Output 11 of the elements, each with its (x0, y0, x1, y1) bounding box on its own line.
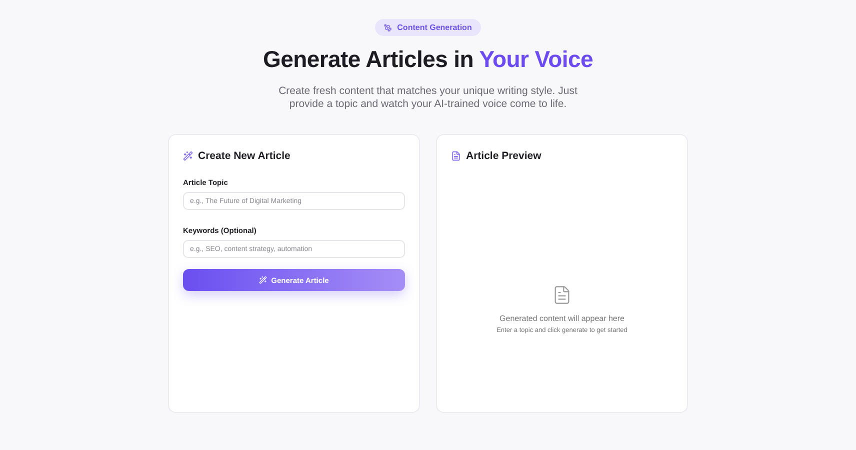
empty-state-title: Generated content will appear here (500, 314, 624, 323)
card-title: Create New Article (198, 150, 290, 162)
card-title: Article Preview (466, 150, 542, 162)
document-icon (552, 285, 572, 305)
page-title: Generate Articles in Your Voice (263, 46, 593, 73)
pen-icon (384, 24, 392, 32)
document-icon (451, 151, 461, 161)
badge-label: Content Generation (397, 23, 472, 32)
wand-icon (259, 276, 268, 284)
page-subtitle: Create fresh content that matches your unique writing style. Just provide a topic and watch your AI-trained voice come to life. (278, 85, 578, 111)
wand-icon (183, 151, 193, 161)
